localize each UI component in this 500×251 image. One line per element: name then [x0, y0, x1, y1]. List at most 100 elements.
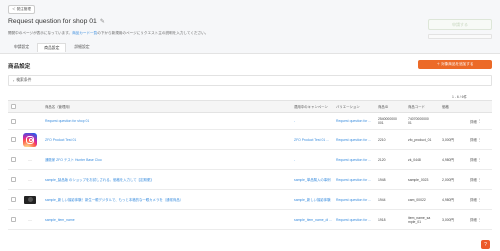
tab-product-settings[interactable]: 商品設定	[37, 43, 67, 52]
detail-button[interactable]: 詳細	[470, 197, 477, 202]
no-image-icon: —	[28, 157, 32, 162]
thumbnail-empty	[23, 114, 37, 128]
product-id: 2120	[378, 157, 386, 162]
table-row: — sample_item_name sample_item_name_di ...…	[8, 210, 492, 230]
row-checkbox[interactable]	[10, 137, 16, 142]
campaign-link[interactable]: sample_item_name_di ...	[294, 218, 336, 222]
filter-label: 検索条件	[16, 78, 32, 82]
detail-button[interactable]: 詳細	[470, 137, 477, 142]
row-actions[interactable]: 詳細 ⋮	[470, 157, 492, 163]
table-row: ZFO Product Test 01 ZFO Product Test 01 .…	[8, 130, 492, 150]
main-panel: 商品設定 ＋ 対象商品を追加する › 検索条件 1 - 6 / 6件 商品名（管…	[0, 53, 500, 251]
title-row: Request question for shop 01 ✎	[8, 18, 105, 25]
product-price: 4,980円	[442, 198, 454, 202]
variation-link[interactable]: Request question for ...	[336, 158, 378, 162]
topbar: ＜ 発注管理	[8, 5, 35, 14]
product-code: zfo_product_01	[408, 137, 432, 142]
campaign-link[interactable]: sample_新しい撮影体験	[294, 197, 336, 202]
header-variation: バリエーション	[336, 105, 360, 109]
notice-suffix: の下から新規用のページにリクエスト主の説明を入力してください。	[97, 31, 209, 35]
more-icon[interactable]: ⋮	[478, 218, 481, 222]
section-title: 商品設定	[8, 64, 31, 70]
detail-button[interactable]: 詳細	[470, 217, 477, 222]
row-checkbox[interactable]	[10, 157, 16, 162]
help-icon[interactable]: ?	[481, 240, 490, 249]
variation-link[interactable]: Request question for ...	[336, 198, 378, 202]
product-id: 1944	[378, 197, 386, 202]
variation-link[interactable]: Request question for ...	[336, 178, 378, 182]
row-actions[interactable]: 詳細 ⋮	[470, 137, 492, 143]
row-checkbox[interactable]	[10, 217, 16, 222]
add-product-button[interactable]: ＋ 対象商品を追加する	[418, 60, 492, 69]
campaign-link[interactable]: sample_単品購入の事例	[294, 177, 336, 182]
product-price: 3,000円	[442, 138, 454, 142]
product-code: 74070000000 01	[408, 117, 429, 125]
product-id: 2540000000 001	[378, 117, 397, 125]
row-checkbox[interactable]	[10, 197, 16, 202]
product-id: 1948	[378, 177, 386, 182]
campaign-link[interactable]: -	[294, 119, 336, 123]
product-price: 2,000円	[442, 178, 454, 182]
filter-toggle[interactable]: › 検索条件	[8, 75, 492, 86]
product-table: 商品名（管理用） 適用中のキャンペーン バリエーション 商品ID 商品コード 価…	[8, 100, 492, 230]
row-actions[interactable]: 詳細 ⋮	[470, 177, 492, 183]
row-actions[interactable]: 詳細 ⋮	[470, 119, 492, 124]
header-name: 商品名（管理用）	[45, 105, 73, 109]
product-name-link[interactable]: sample_item_name	[42, 218, 294, 222]
detail-button[interactable]: 詳細	[470, 177, 477, 182]
submit-button[interactable]: 申請する	[428, 19, 492, 30]
header-price: 価格	[442, 105, 449, 109]
no-image-icon: —	[28, 177, 32, 182]
camera-thumbnail-icon	[23, 192, 37, 207]
table-row: sample_新しい撮影体験！新生一眼デジタルで、もっと本格的な一眼カメラを（通…	[8, 190, 492, 210]
more-icon[interactable]: ⋮	[478, 178, 481, 182]
campaign-link[interactable]: -	[294, 158, 336, 162]
chevron-right-icon: ›	[13, 78, 15, 83]
product-name-link[interactable]: 通販家 ZFO テスト Hunter Base Cloo	[42, 157, 294, 162]
campaign-link[interactable]: ZFO Product Test 01 ...	[294, 138, 336, 142]
tab-detail-settings[interactable]: 詳細設定	[68, 43, 95, 52]
more-icon[interactable]: ⋮	[478, 158, 481, 162]
notice-link[interactable]: 商品カード一覧	[72, 31, 97, 35]
product-code: sample_0023	[408, 177, 429, 182]
table-body: Request question for shop 01- Request que…	[8, 113, 492, 230]
more-icon[interactable]: ⋮	[478, 138, 481, 142]
row-actions[interactable]: 詳細 ⋮	[470, 217, 492, 223]
product-price: 3,000円	[442, 218, 454, 222]
table-row: — 通販家 ZFO テスト Hunter Base Cloo - Request qu…	[8, 150, 492, 170]
header-campaign: 適用中のキャンペーン	[294, 105, 328, 109]
product-id: 1918	[378, 217, 386, 222]
pencil-icon[interactable]: ✎	[100, 18, 105, 25]
pager-text: 1 - 6 / 6件	[452, 95, 467, 99]
more-icon[interactable]: ⋮	[478, 119, 481, 123]
pager: 1 - 6 / 6件	[452, 94, 467, 99]
product-name-link[interactable]: sample_製品版 のショップをお試しされる。価格を入力して【定期便】	[42, 177, 294, 182]
page-title: Request question for shop 01	[8, 18, 97, 25]
product-name-link[interactable]: ZFO Product Test 01	[42, 138, 294, 142]
table-row: Request question for shop 01- Request que…	[8, 113, 492, 130]
more-icon[interactable]: ⋮	[478, 198, 481, 202]
detail-button[interactable]: 詳細	[470, 119, 477, 124]
variation-link[interactable]: Request question for ...	[336, 119, 378, 123]
select-all-checkbox[interactable]	[10, 104, 16, 109]
product-code: item_name_sa mple_01	[408, 215, 431, 224]
product-code: zk_0448	[408, 157, 421, 162]
product-price: 4,980円	[442, 158, 454, 162]
product-name-link[interactable]: sample_新しい撮影体験！新生一眼デジタルで、もっと本格的な一眼カメラを（通…	[42, 197, 294, 202]
row-checkbox[interactable]	[10, 177, 16, 182]
row-actions[interactable]: 詳細 ⋮	[470, 197, 492, 203]
back-button[interactable]: ＜ 発注管理	[8, 5, 35, 14]
product-name-link[interactable]: Request question for shop 01	[42, 119, 294, 123]
header-code: 商品コード	[408, 105, 425, 109]
table-row: — sample_製品版 のショップをお試しされる。価格を入力して【定期便】 sam…	[8, 170, 492, 190]
side-box	[428, 34, 492, 39]
variation-link[interactable]: Request question for ...	[336, 138, 378, 142]
variation-link[interactable]: Request question for ...	[336, 218, 378, 222]
notice-text: 開発中のページが表示になっています。商品カード一覧の下から新規用のページにリクエ…	[8, 31, 208, 36]
product-id: 2210	[378, 137, 386, 142]
tab-request-settings[interactable]: 申請設定	[8, 43, 35, 52]
detail-button[interactable]: 詳細	[470, 157, 477, 162]
row-checkbox[interactable]	[10, 118, 16, 124]
product-code: cam_00022	[408, 197, 426, 202]
no-image-icon: —	[28, 217, 32, 222]
